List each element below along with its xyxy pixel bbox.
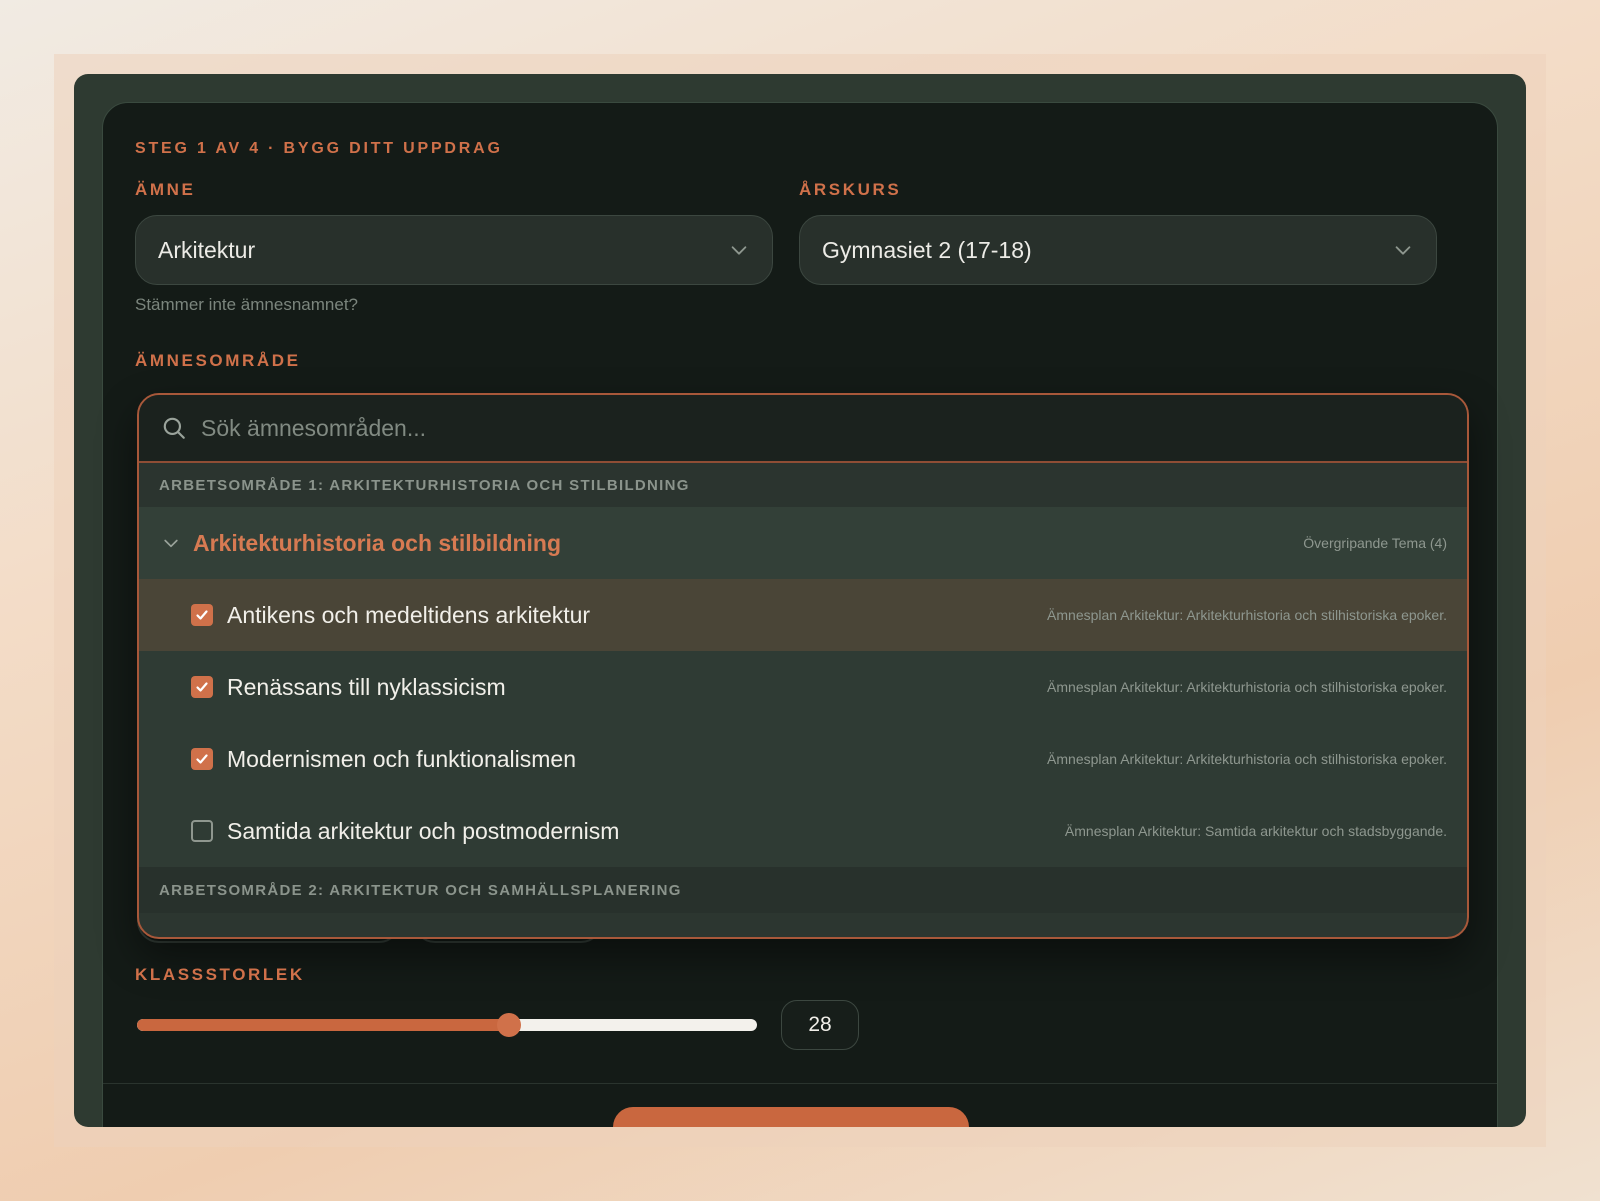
list-item[interactable]: Samtida arkitektur och postmodernism Ämn…: [139, 795, 1467, 867]
class-size-slider[interactable]: [137, 1013, 757, 1037]
slider-fill: [137, 1019, 509, 1031]
theme-meta: Övergripande Tema (4): [1303, 535, 1447, 551]
group-header: ARBETSOMRÅDE 2: ARKITEKTUR OCH SAMHÄLLSP…: [139, 867, 1467, 913]
item-name: Renässans till nyklassicism: [227, 673, 506, 700]
check-icon: [196, 754, 208, 764]
chevron-down-icon: [164, 539, 178, 548]
item-name: Antikens och medeltidens arkitektur: [227, 601, 591, 628]
continue-button[interactable]: [613, 1107, 969, 1127]
chevron-down-icon: [731, 246, 747, 255]
search-icon: [163, 417, 185, 439]
subject-label: ÄMNE: [135, 180, 196, 199]
subject-hint-link[interactable]: Stämmer inte ämnesnamnet?: [135, 295, 358, 315]
step-label: STEG 1 AV 4 · BYGG DITT UPPDRAG: [135, 140, 503, 157]
list-item[interactable]: Modernismen och funktionalismen Ämnespla…: [139, 723, 1467, 795]
class-size-label: KLASSSTORLEK: [135, 965, 305, 984]
grade-value: Gymnasiet 2 (17-18): [822, 236, 1032, 263]
item-meta: Ämnesplan Arkitektur: Arkitekturhistoria…: [1047, 607, 1447, 623]
list-item[interactable]: Renässans till nyklassicism Ämnesplan Ar…: [139, 651, 1467, 723]
divider: [103, 1083, 1497, 1084]
grade-label: ÅRSKURS: [799, 180, 902, 199]
area-label: ÄMNESOMRÅDE: [135, 351, 301, 370]
check-icon: [196, 610, 208, 620]
item-name: Samtida arkitektur och postmodernism: [227, 817, 620, 844]
wizard-panel: STEG 1 AV 4 · BYGG DITT UPPDRAG ÄMNE Ark…: [102, 102, 1498, 1127]
app-window: STEG 1 AV 4 · BYGG DITT UPPDRAG ÄMNE Ark…: [74, 74, 1526, 1127]
group-header: ARBETSOMRÅDE 1: ARKITEKTURHISTORIA OCH S…: [139, 463, 1467, 507]
class-size-value: 28: [781, 1000, 859, 1050]
theme-row[interactable]: Arkitekturhistoria och stilbildning Över…: [139, 507, 1467, 579]
slider-track: [137, 1019, 757, 1031]
subject-value: Arkitektur: [158, 236, 256, 263]
item-meta: Ämnesplan Arkitektur: Arkitekturhistoria…: [1047, 679, 1447, 695]
item-name: Modernismen och funktionalismen: [227, 745, 577, 772]
chevron-down-icon: [1395, 246, 1411, 255]
area-search-input[interactable]: [201, 414, 1445, 442]
checkbox-checked[interactable]: [191, 748, 213, 770]
slider-handle[interactable]: [497, 1013, 521, 1037]
checkbox-checked[interactable]: [191, 604, 213, 626]
area-search-bar: [139, 395, 1467, 463]
area-combobox: ARBETSOMRÅDE 1: ARKITEKTURHISTORIA OCH S…: [137, 393, 1469, 939]
checkbox-checked[interactable]: [191, 676, 213, 698]
item-meta: Ämnesplan Arkitektur: Arkitekturhistoria…: [1047, 751, 1447, 767]
list-item[interactable]: Antikens och medeltidens arkitektur Ämne…: [139, 579, 1467, 651]
subject-select[interactable]: Arkitektur: [135, 215, 773, 285]
grade-select[interactable]: Gymnasiet 2 (17-18): [799, 215, 1437, 285]
checkbox-unchecked[interactable]: [191, 820, 213, 842]
check-icon: [196, 682, 208, 692]
theme-name: Arkitekturhistoria och stilbildning: [193, 529, 562, 556]
item-meta: Ämnesplan Arkitektur: Samtida arkitektur…: [1064, 823, 1447, 839]
